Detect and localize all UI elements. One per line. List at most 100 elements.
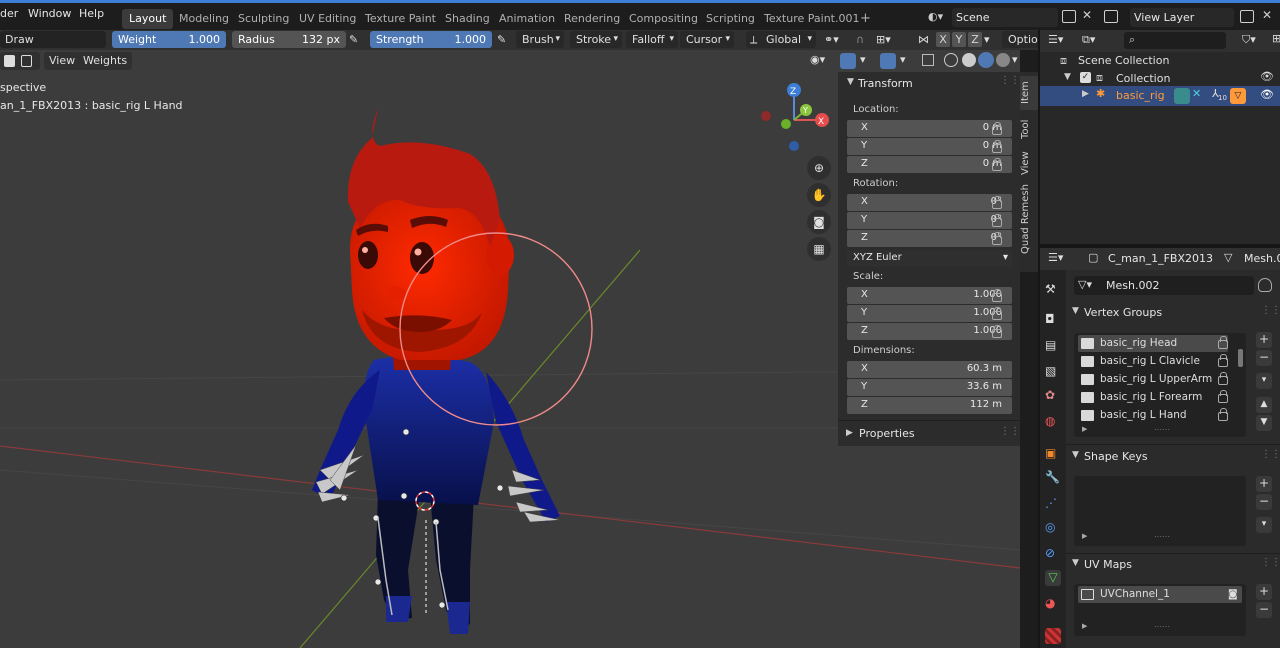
- dimensions-z-field[interactable]: Z 112 m: [847, 397, 1012, 414]
- collapse-arrow-icon[interactable]: ▼: [847, 77, 854, 87]
- move-down-icon[interactable]: ▼: [1256, 415, 1272, 431]
- expand-arrow-icon[interactable]: ▶: [1082, 425, 1087, 433]
- chevron-down-icon[interactable]: ▾: [984, 33, 990, 46]
- mirror-x-toggle[interactable]: X: [936, 32, 950, 47]
- rotation-mode-dropdown[interactable]: XYZ Euler ▾: [847, 250, 1012, 267]
- snap-icon[interactable]: ∩: [856, 33, 864, 46]
- new-view-layer-icon[interactable]: [1240, 10, 1254, 23]
- new-collection-icon[interactable]: ⊞: [1272, 32, 1280, 45]
- transform-panel-title[interactable]: Transform: [858, 77, 913, 90]
- view-layer-selector[interactable]: View Layer: [1130, 8, 1234, 27]
- radius-slider[interactable]: Radius 132 px: [232, 31, 346, 48]
- strength-slider[interactable]: Strength 1.000: [370, 31, 492, 48]
- display-mode-icon[interactable]: ⧉▾: [1082, 33, 1095, 47]
- list-scrollbar[interactable]: [1238, 349, 1243, 367]
- location-x-field[interactable]: X0 m: [847, 120, 1012, 137]
- visibility-icon[interactable]: ◉▾: [810, 53, 825, 66]
- overlays-toggle-icon[interactable]: [880, 53, 896, 69]
- brush-name-field[interactable]: Draw: [0, 31, 106, 48]
- scene-icon[interactable]: ◐▾: [928, 10, 946, 24]
- mesh-data-icon[interactable]: ▽: [1230, 88, 1246, 104]
- editor-type-icon[interactable]: ☰▾: [1048, 33, 1063, 46]
- lock-icon[interactable]: [1218, 372, 1228, 385]
- mesh-data-tab-icon[interactable]: ▽: [1045, 570, 1061, 586]
- output-icon[interactable]: ▤: [1045, 338, 1061, 354]
- view-layer-icon[interactable]: [1104, 10, 1118, 23]
- zoom-icon[interactable]: ⊕: [807, 156, 831, 180]
- collapse-arrow-icon[interactable]: ▼: [1064, 72, 1071, 82]
- menu-window[interactable]: Window: [28, 7, 71, 20]
- tab-shading[interactable]: Shading: [438, 9, 497, 29]
- tab-item[interactable]: Item: [1020, 76, 1038, 110]
- options-menu[interactable]: Option: [1002, 31, 1040, 48]
- vertex-groups-header[interactable]: ▼ Vertex Groups ⋮⋮: [1069, 303, 1280, 325]
- bone-icon[interactable]: ✕: [1192, 87, 1201, 100]
- rotation-z-field[interactable]: Z 0°: [847, 230, 1012, 247]
- select-mode-icon[interactable]: [4, 55, 15, 67]
- lock-icon[interactable]: [992, 122, 1002, 135]
- fake-user-shield-icon[interactable]: [1258, 278, 1272, 292]
- lock-icon[interactable]: [1218, 408, 1228, 421]
- solid-shading-icon[interactable]: [962, 53, 976, 67]
- list-item-vertex-group[interactable]: basic_rig L Forearm: [1078, 389, 1228, 406]
- properties-panel-header[interactable]: ▶ Properties ⋮⋮: [838, 420, 1020, 446]
- cursor-menu[interactable]: Cursor ▾: [680, 31, 734, 48]
- list-item-uv-map[interactable]: UVChannel_1 ◙: [1078, 586, 1242, 603]
- lock-icon[interactable]: [992, 158, 1002, 171]
- outliner-search-input[interactable]: ⌕: [1124, 32, 1226, 49]
- texture-icon[interactable]: [1045, 628, 1061, 644]
- eye-icon[interactable]: 👁: [1260, 70, 1274, 83]
- scale-y-field[interactable]: Y 1.000: [847, 305, 1012, 322]
- filter-icon[interactable]: ⛉▾: [1242, 33, 1256, 47]
- remove-uv-map-button[interactable]: −: [1256, 602, 1272, 618]
- add-shape-key-button[interactable]: +: [1256, 476, 1272, 492]
- scene-collection-label[interactable]: Scene Collection: [1078, 54, 1169, 67]
- tab-rendering[interactable]: Rendering: [557, 9, 627, 29]
- new-scene-icon[interactable]: [1062, 10, 1076, 23]
- add-workspace-button[interactable]: +: [853, 9, 878, 29]
- dimensions-y-field[interactable]: Y 33.6 m: [847, 379, 1012, 396]
- xray-icon[interactable]: [922, 54, 934, 66]
- expand-arrow-icon[interactable]: ▶: [1082, 532, 1087, 540]
- object-name-breadcrumb[interactable]: C_man_1_FBX2013: [1108, 252, 1213, 265]
- checkbox-icon[interactable]: ✓: [1080, 72, 1091, 83]
- remove-view-layer-icon[interactable]: ✕: [1262, 8, 1272, 22]
- remove-vertex-group-button[interactable]: −: [1256, 350, 1272, 366]
- expand-arrow-icon[interactable]: ▶: [1082, 89, 1089, 99]
- eye-icon[interactable]: 👁: [1260, 88, 1274, 101]
- add-vertex-group-button[interactable]: +: [1256, 332, 1272, 348]
- particles-icon[interactable]: ⋰: [1045, 496, 1061, 512]
- brush-menu[interactable]: Brush ▾: [516, 31, 564, 48]
- navigation-gizmo[interactable]: Z X Y: [754, 78, 834, 158]
- view-layer-tab-icon[interactable]: ▧: [1045, 364, 1061, 380]
- material-icon[interactable]: ◕: [1045, 596, 1061, 612]
- tab-scripting[interactable]: Scripting: [699, 9, 762, 29]
- uv-maps-header[interactable]: ▼ UV Maps ⋮⋮: [1069, 555, 1280, 577]
- tab-quad-remesh[interactable]: Quad Remesh: [1020, 182, 1038, 256]
- tab-uv-editing[interactable]: UV Editing: [292, 9, 363, 29]
- pressure-pen-icon[interactable]: ✎: [349, 33, 358, 46]
- strength-pressure-icon[interactable]: ✎: [497, 33, 506, 46]
- tool-wrench-icon[interactable]: ⚒: [1045, 282, 1061, 298]
- modifier-wrench-icon[interactable]: 🔧: [1045, 470, 1061, 486]
- rotation-y-field[interactable]: Y 0°: [847, 212, 1012, 229]
- weight-slider[interactable]: Weight 1.000: [112, 31, 226, 48]
- mesh-data-breadcrumb[interactable]: Mesh.0: [1244, 252, 1280, 265]
- mirror-z-toggle[interactable]: Z: [968, 32, 982, 47]
- lock-icon[interactable]: [992, 307, 1002, 320]
- add-uv-map-button[interactable]: +: [1256, 584, 1272, 600]
- shape-keys-header[interactable]: ▼ Shape Keys ⋮⋮: [1069, 447, 1280, 469]
- transform-orientation-menu[interactable]: ⟂ Global ▾: [746, 31, 816, 48]
- menu-render[interactable]: der: [0, 7, 18, 20]
- camera-icon[interactable]: ◙: [1228, 586, 1238, 603]
- mesh-datablock-field[interactable]: ▽▾ Mesh.002: [1074, 276, 1254, 295]
- tab-modeling[interactable]: Modeling: [172, 9, 236, 29]
- lock-icon[interactable]: [992, 196, 1002, 209]
- weights-menu[interactable]: Weights: [78, 52, 133, 70]
- chevron-down-icon[interactable]: ▾: [900, 53, 906, 66]
- lock-icon[interactable]: [1218, 390, 1228, 403]
- mask-mode-icon[interactable]: [21, 55, 32, 67]
- tab-tool[interactable]: Tool: [1020, 114, 1038, 144]
- mode-buttons[interactable]: [0, 52, 40, 70]
- pose-icon[interactable]: [1174, 88, 1190, 104]
